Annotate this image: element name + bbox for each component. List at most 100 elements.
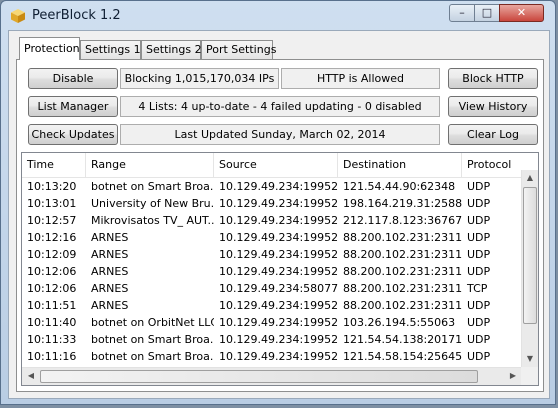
column-header-time[interactable]: Time	[22, 153, 86, 177]
cell-protocol: UDP	[467, 333, 491, 346]
table-row[interactable]: 10:12:16 ARNES 10.129.49.234:19952 88.200.1…	[22, 229, 506, 246]
cell-range: botnet on Smart Broa...	[91, 180, 214, 193]
table-row[interactable]: 10:12:09 ARNES 10.129.49.234:19952 88.200.1…	[22, 246, 506, 263]
vertical-scroll-thumb[interactable]	[523, 187, 537, 324]
cell-source: 10.129.49.234:19952	[219, 350, 338, 363]
cell-source: 10.129.49.234:19952	[219, 248, 338, 261]
minimize-button[interactable]: –	[449, 4, 475, 22]
cell-range: Mikrovisatos TV_ AUT...	[91, 214, 214, 227]
tab-settings-1[interactable]: Settings 1	[80, 40, 141, 59]
cell-source: 10.129.49.234:19952	[219, 197, 338, 210]
cell-time: 10:11:40	[27, 316, 77, 329]
clear-log-button[interactable]: Clear Log	[448, 124, 538, 145]
cell-protocol: UDP	[467, 265, 491, 278]
cell-range: botnet on Smart Broa...	[91, 350, 214, 363]
scroll-left-icon[interactable]: ◀	[23, 368, 39, 384]
client-area: Protection Settings 1 Settings 2 Port Se…	[8, 30, 550, 399]
cell-range: ARNES	[91, 282, 129, 295]
maximize-button[interactable]: □	[474, 4, 500, 22]
table-row[interactable]: 10:12:57 Mikrovisatos TV_ AUT... 10.129.49…	[22, 212, 506, 229]
table-row[interactable]: 10:13:20 botnet on Smart Broa... 10.129.49…	[22, 178, 506, 195]
table-row[interactable]: 10:13:01 University of New Bru... 10.129.4…	[22, 195, 506, 212]
cell-time: 10:12:57	[27, 214, 77, 227]
cell-range: botnet on Smart Broa...	[91, 333, 214, 346]
cell-source: 10.129.49.234:19952	[219, 265, 338, 278]
cell-source: 10.129.49.234:19952	[219, 231, 338, 244]
cell-protocol: UDP	[467, 231, 491, 244]
scroll-up-icon[interactable]: ▲	[522, 170, 538, 186]
tab-protection-label: Protection	[24, 42, 80, 55]
cell-time: 10:13:01	[27, 197, 77, 210]
cell-destination: 88.200.102.231:23116	[343, 265, 462, 278]
cell-protocol: UDP	[467, 214, 491, 227]
table-row[interactable]: 10:11:40 botnet on OrbitNet LLC 10.129.49.…	[22, 314, 506, 331]
cell-range: ARNES	[91, 248, 129, 261]
scroll-right-icon[interactable]: ▶	[505, 368, 521, 384]
close-button[interactable]: ✕	[499, 4, 544, 22]
cell-time: 10:11:51	[27, 299, 77, 312]
cell-source: 10.129.49.234:19952	[219, 333, 338, 346]
cell-time: 10:11:16	[27, 350, 77, 363]
http-status: HTTP is Allowed	[281, 68, 440, 89]
block-http-button[interactable]: Block HTTP	[448, 68, 538, 89]
cell-protocol: UDP	[467, 316, 491, 329]
scrollbar-corner	[521, 367, 538, 385]
table-row[interactable]: 10:11:16 botnet on Smart Broa... 10.129.49…	[22, 348, 506, 365]
cell-range: ARNES	[91, 231, 129, 244]
table-row[interactable]: 10:11:51 ARNES 10.129.49.234:19952 88.200.1…	[22, 297, 506, 314]
cell-protocol: UDP	[467, 350, 491, 363]
disable-button[interactable]: Disable	[28, 68, 118, 89]
horizontal-scrollbar[interactable]: ◀ ▶	[22, 367, 522, 385]
check-updates-button[interactable]: Check Updates	[28, 124, 118, 145]
cell-time: 10:11:33	[27, 333, 77, 346]
cell-time: 10:12:16	[27, 231, 77, 244]
cell-destination: 212.117.8.123:36767	[343, 214, 462, 227]
cell-protocol: UDP	[467, 299, 491, 312]
peerblock-cube-icon	[10, 8, 26, 24]
cell-destination: 103.26.194.5:55063	[343, 316, 456, 329]
title-bar[interactable]: PeerBlock 1.2 – □ ✕	[1, 1, 555, 31]
minimize-icon: –	[459, 6, 465, 19]
column-header-protocol[interactable]: Protocol	[462, 153, 522, 177]
cell-time: 10:12:06	[27, 265, 77, 278]
column-header-source[interactable]: Source	[214, 153, 338, 177]
view-history-button[interactable]: View History	[448, 96, 538, 117]
scroll-down-icon[interactable]: ▼	[522, 351, 538, 367]
cell-destination: 88.200.102.231:23116	[343, 299, 462, 312]
tab-settings-1-label: Settings 1	[85, 43, 141, 56]
list-manager-button[interactable]: List Manager	[28, 96, 118, 117]
horizontal-scroll-thumb[interactable]	[40, 370, 478, 383]
table-row[interactable]: 10:12:06 ARNES 10.129.49.234:58077 88.200.1…	[22, 280, 506, 297]
cell-time: 10:12:06	[27, 282, 77, 295]
cell-destination: 121.54.58.154:25645	[343, 350, 462, 363]
cell-source: 10.129.49.234:19952	[219, 299, 338, 312]
tab-protection[interactable]: Protection	[19, 37, 80, 60]
blocked-connections-log[interactable]: Time Range Source Destination Protocol 1…	[21, 152, 539, 386]
lists-status: 4 Lists: 4 up-to-date - 4 failed updatin…	[120, 96, 440, 117]
cell-range: ARNES	[91, 299, 129, 312]
table-row[interactable]: 10:11:33 botnet on Smart Broa... 10.129.49…	[22, 331, 506, 348]
cell-source: 10.129.49.234:19952	[219, 180, 338, 193]
log-header: Time Range Source Destination Protocol	[22, 153, 522, 178]
vertical-scrollbar[interactable]: ▲ ▼	[521, 170, 538, 367]
tab-port-settings[interactable]: Port Settings	[201, 40, 277, 59]
cell-destination: 121.54.44.90:62348	[343, 180, 456, 193]
cell-source: 10.129.49.234:19952	[219, 214, 338, 227]
cell-protocol: UDP	[467, 248, 491, 261]
table-row[interactable]: 10:12:06 ARNES 10.129.49.234:19952 88.200.1…	[22, 263, 506, 280]
column-header-range[interactable]: Range	[86, 153, 214, 177]
cell-range: University of New Bru...	[91, 197, 214, 210]
protection-panel: Disable Blocking 1,015,170,034 IPs HTTP …	[16, 59, 544, 392]
tab-port-settings-label: Port Settings	[206, 43, 277, 56]
tab-settings-2-label: Settings 2	[146, 43, 202, 56]
close-icon: ✕	[516, 6, 527, 19]
main-window: PeerBlock 1.2 – □ ✕ Protection Settings …	[0, 0, 556, 405]
cell-destination: 88.200.102.231:23116	[343, 231, 462, 244]
cell-protocol: UDP	[467, 197, 491, 210]
cell-range: ARNES	[91, 265, 129, 278]
cell-time: 10:12:09	[27, 248, 77, 261]
cell-destination: 121.54.54.138:20171	[343, 333, 462, 346]
tab-settings-2[interactable]: Settings 2	[141, 40, 202, 59]
cell-source: 10.129.49.234:58077	[219, 282, 338, 295]
column-header-destination[interactable]: Destination	[338, 153, 462, 177]
